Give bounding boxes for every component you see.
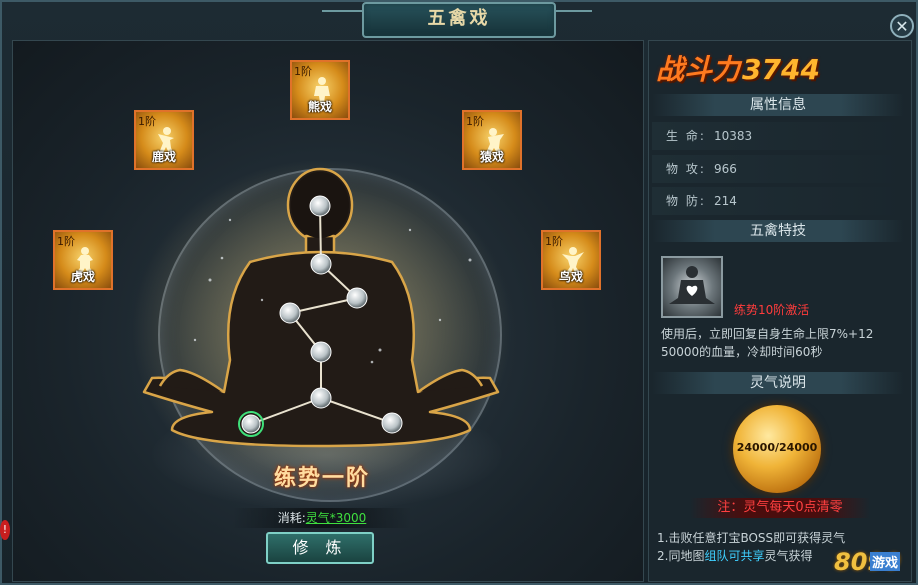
stat-key: 物 攻: (666, 162, 706, 176)
meridian-point (346, 287, 368, 309)
meditating-heart-icon[interactable] (661, 256, 723, 318)
stat-value: 10383 (714, 129, 753, 143)
meridian-point (279, 302, 301, 324)
meridian-point (310, 341, 332, 363)
cultivate-cost: 消耗:灵气*3000 (232, 508, 412, 528)
combat-power: 战斗力3744 (656, 48, 820, 88)
help-text: 灵气获得 (764, 549, 813, 563)
help-highlight: 组队可共享 (704, 549, 765, 563)
skill-tiger[interactable]: 1阶 虎戏 (53, 230, 113, 290)
spirit-help-2: 2.同地图组队可共享灵气获得 (657, 547, 812, 564)
meditating-heart-icon (669, 266, 715, 304)
meridian-point (310, 253, 332, 275)
skill-ape[interactable]: 1阶 猿戏 (462, 110, 522, 170)
special-skill-description: 使用后，立即回复自身生命上限7%+12 50000的血量，冷却时间60秒 (661, 327, 874, 359)
combat-power-value: 3744 (742, 53, 820, 86)
skill-deer[interactable]: 1阶 鹿戏 (134, 110, 194, 170)
stat-key: 物 防: (666, 194, 706, 208)
watermark-sub: 游戏 (870, 552, 901, 571)
meridian-point (381, 412, 403, 434)
meridian-point (310, 387, 332, 409)
spirit-reset-note: 注：灵气每天0点清零 (690, 498, 870, 518)
cost-label: 消耗: (277, 511, 306, 525)
stance-level-title: 练势一阶 (273, 466, 370, 491)
special-skill-unlock: 练势10阶激活 (734, 303, 810, 317)
skill-name: 鹿戏 (151, 150, 176, 164)
skill-name: 熊戏 (307, 100, 332, 114)
meridian-point (309, 195, 331, 217)
special-skill-header: 五禽特技 (652, 220, 904, 242)
skill-name: 鸟戏 (558, 270, 583, 284)
cost-value[interactable]: 灵气*3000 (306, 511, 367, 525)
stat-row-hp: 生 命: 10383 (652, 122, 904, 150)
skill-bear[interactable]: 1阶 熊戏 (290, 60, 350, 120)
attributes-header: 属性信息 (652, 94, 904, 116)
spirit-orb-value: 24000/24000 (736, 441, 818, 454)
stat-row-attack: 物 攻: 966 (652, 155, 904, 183)
stat-value: 214 (714, 194, 737, 208)
cultivate-button[interactable]: 修 炼 (266, 532, 374, 564)
skill-name: 猿戏 (479, 150, 504, 164)
skill-name: 虎戏 (70, 270, 95, 284)
stat-value: 966 (714, 162, 737, 176)
stat-key: 生 命: (666, 129, 706, 143)
help-text: 2.同地图 (657, 549, 705, 563)
combat-power-label: 战斗力 (656, 53, 741, 86)
meridian-point-active (241, 414, 261, 434)
spirit-help-1: 1.击败任意打宝BOSS即可获得灵气 (657, 531, 846, 545)
spirit-header: 灵气说明 (652, 372, 904, 394)
stat-row-defense: 物 防: 214 (652, 187, 904, 215)
skill-bird[interactable]: 1阶 鸟戏 (541, 230, 601, 290)
